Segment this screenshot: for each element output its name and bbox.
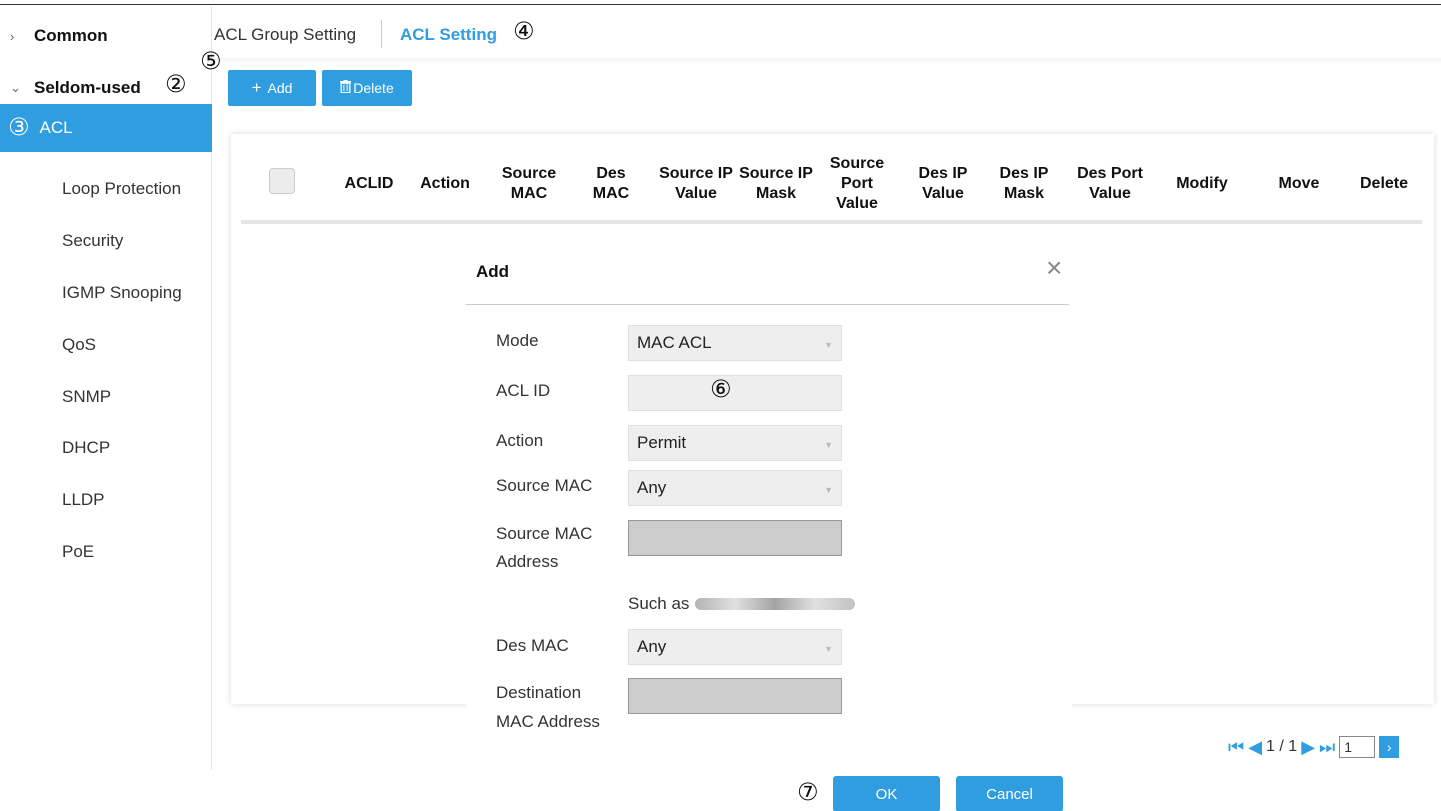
destination-mac-address-field[interactable] — [628, 678, 842, 714]
add-button-label: Add — [267, 80, 293, 96]
column-header: Action — [420, 175, 470, 192]
column-header: Des IP Value — [918, 165, 968, 202]
tab-divider — [381, 20, 382, 48]
hint-text: Such as — [628, 594, 690, 613]
page-indicator: 1 / 1 — [1266, 738, 1298, 755]
sidebar-item-label: DHCP — [62, 438, 111, 457]
column-header: Des MAC — [592, 165, 630, 202]
trash-icon — [340, 80, 352, 96]
des-mac-value: Any — [637, 637, 667, 656]
next-page-icon[interactable]: ▶ — [1301, 737, 1315, 758]
source-mac-label: Source MAC — [496, 476, 593, 495]
sidebar-item-qos[interactable]: QoS — [0, 321, 212, 369]
column-header: Des IP Mask — [999, 165, 1049, 202]
sidebar-item-security[interactable]: Security — [0, 217, 212, 265]
source-mac-select[interactable]: Any ▼ — [628, 470, 842, 506]
source-mac-address-label: Address — [496, 552, 559, 571]
sidebar-item-label: ACL — [39, 118, 73, 137]
acl-id-label: ACL ID — [496, 381, 551, 400]
chevron-down-icon: ▼ — [824, 440, 833, 450]
step-marker: ③ — [8, 114, 30, 141]
redacted-example — [695, 598, 856, 610]
top-border — [0, 4, 1441, 5]
sidebar-item-label: PoE — [62, 542, 95, 561]
action-value: Permit — [637, 433, 687, 452]
sidebar-item-snmp[interactable]: SNMP — [0, 373, 212, 421]
mac-format-hint: Such as — [628, 594, 856, 614]
close-icon[interactable]: × — [1046, 254, 1062, 282]
column-header: Source IP Mask — [739, 165, 813, 202]
step-marker: ④ — [513, 18, 535, 45]
sidebar-item-loop-protection[interactable]: Loop Protection — [0, 165, 212, 213]
column-header: Source MAC — [501, 165, 557, 202]
delete-button[interactable]: Delete — [322, 70, 412, 106]
sidebar-item-poe[interactable]: PoE — [0, 528, 212, 576]
destination-mac-address-label: MAC Address — [496, 712, 600, 731]
sidebar-item-label: IGMP Snooping — [62, 283, 182, 302]
sidebar-group-label: Common — [34, 26, 108, 45]
prev-page-icon[interactable]: ◀ — [1248, 737, 1262, 758]
go-page-icon[interactable]: › — [1379, 736, 1400, 758]
source-mac-address-field[interactable] — [628, 520, 842, 556]
table-header: ACLID Action Source MAC Des MAC Source I… — [241, 144, 1422, 224]
tab-bar-shadow — [214, 58, 1441, 64]
column-header: Source IP Value — [659, 165, 733, 202]
acl-id-field[interactable] — [628, 375, 842, 411]
step-marker: ⑤ — [200, 48, 222, 75]
des-mac-label: Des MAC — [496, 636, 569, 655]
sidebar-item-label: Loop Protection — [62, 179, 182, 198]
destination-mac-address-label: Destination — [496, 683, 582, 702]
chevron-down-icon: ▼ — [824, 485, 833, 495]
pagination: ⏮ ◀ 1 / 1 ▶ ⏭ 1 › — [1228, 735, 1400, 759]
chevron-down-icon: ⌄ — [10, 80, 21, 95]
mode-label: Mode — [496, 331, 539, 350]
action-select[interactable]: Permit ▼ — [628, 425, 842, 461]
sidebar-item-igmp-snooping[interactable]: IGMP Snooping — [0, 269, 212, 317]
action-label: Action — [496, 431, 544, 450]
sidebar-item-label: SNMP — [62, 387, 112, 406]
plus-icon: + — [251, 78, 262, 97]
column-header: ACLID — [344, 175, 394, 192]
add-button[interactable]: + Add — [228, 70, 316, 106]
des-mac-select[interactable]: Any ▼ — [628, 629, 842, 665]
sidebar-item-label: Security — [62, 231, 124, 250]
sidebar-item-lldp[interactable]: LLDP — [0, 476, 212, 524]
sidebar-item-dhcp[interactable]: DHCP — [0, 424, 212, 472]
tab-acl-setting[interactable]: ACL Setting — [400, 22, 497, 48]
column-header: Source Port Value — [829, 155, 885, 212]
column-header: Move — [1278, 175, 1320, 192]
sidebar: › Common ⌄ Seldom-used ③ ACL Loop Protec… — [0, 6, 212, 770]
source-mac-address-label: Source MAC — [496, 524, 593, 543]
sidebar-group-label: Seldom-used — [34, 78, 141, 97]
delete-button-label: Delete — [353, 80, 394, 96]
mode-value: MAC ACL — [637, 333, 712, 352]
dialog-divider — [466, 304, 1069, 305]
add-acl-dialog: Add × Mode MAC ACL ▼ ACL ID ⑥ Action Per… — [466, 248, 1072, 731]
source-mac-value: Any — [637, 478, 667, 497]
chevron-down-icon: ▼ — [824, 340, 833, 350]
cancel-button[interactable]: Cancel — [956, 776, 1063, 811]
tab-acl-group-setting[interactable]: ACL Group Setting — [214, 22, 356, 48]
step-marker: ⑥ — [710, 376, 732, 403]
column-header: Des Port Value — [1077, 165, 1143, 202]
select-all-checkbox[interactable] — [269, 168, 295, 194]
last-page-icon[interactable]: ⏭ — [1319, 737, 1335, 758]
step-marker: ② — [165, 71, 187, 98]
sidebar-item-acl[interactable]: ③ ACL — [0, 104, 212, 152]
mode-select[interactable]: MAC ACL ▼ — [628, 325, 842, 361]
chevron-down-icon: ▼ — [824, 644, 833, 654]
sidebar-group-common[interactable]: › Common — [0, 21, 212, 51]
column-header: Modify — [1176, 175, 1228, 192]
column-header: Delete — [1359, 175, 1409, 192]
page-number-input[interactable]: 1 — [1339, 736, 1376, 758]
sidebar-item-label: LLDP — [62, 490, 105, 509]
sidebar-item-label: QoS — [62, 335, 97, 354]
first-page-icon[interactable]: ⏮ — [1228, 737, 1244, 758]
step-marker: ⑦ — [797, 779, 819, 806]
chevron-right-icon: › — [10, 28, 15, 44]
dialog-title: Add — [476, 262, 510, 281]
ok-button[interactable]: OK — [833, 776, 940, 811]
